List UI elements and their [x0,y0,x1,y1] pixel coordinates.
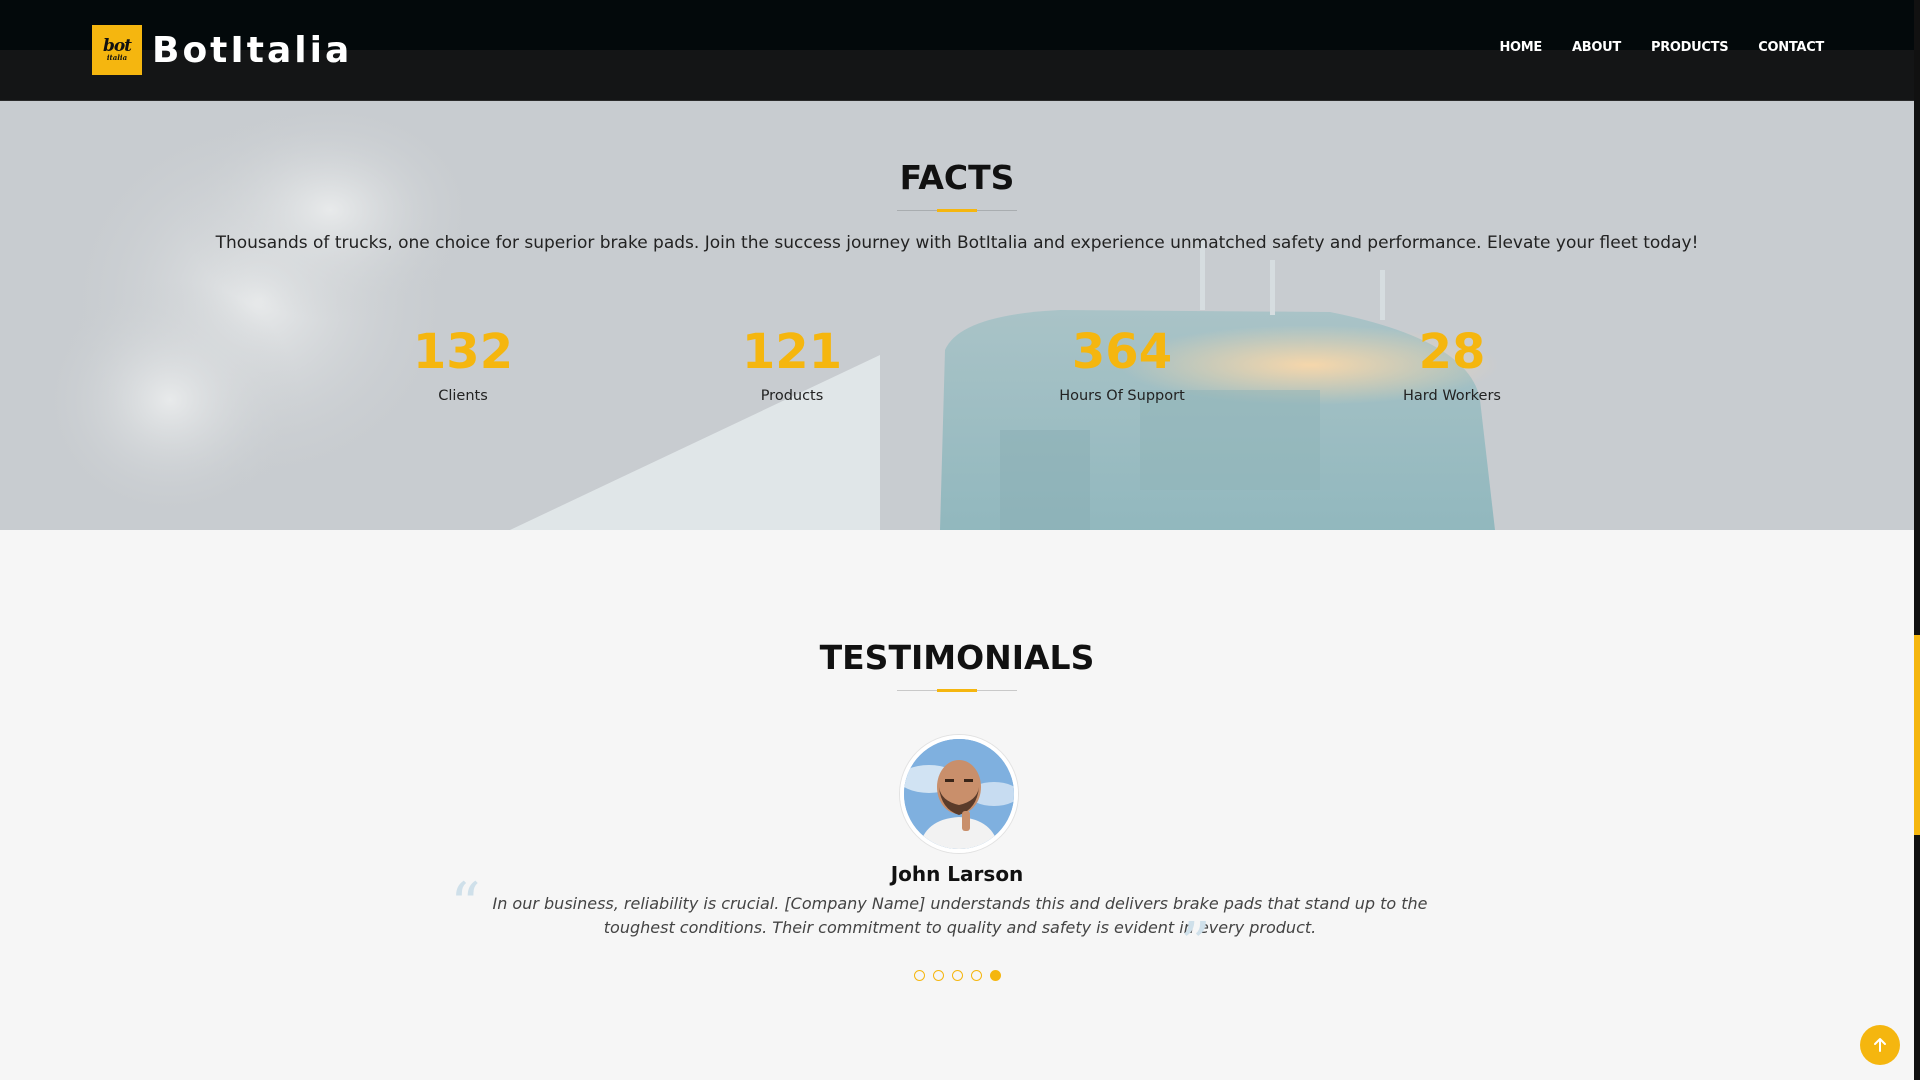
back-to-top-button[interactable] [1860,1025,1900,1065]
counter-hard-workers: 28 Hard Workers [1332,322,1572,404]
logo-badge-top-text: bot [102,35,132,56]
testimonial-quote: In our business, reliability is crucial.… [492,894,1428,937]
counter-label: Products [760,388,824,404]
testimonials-section: TESTIMONIALS John Larson “ In our busine… [0,530,1914,1080]
pagination-dot-3[interactable] [951,970,963,981]
counter-value: 121 [741,324,843,380]
counter-clients: 132 Clients [343,322,583,404]
counter-label: Hard Workers [1403,388,1501,404]
page-scrollbar[interactable] [1914,0,1920,1080]
testimonial-author-name: John Larson [890,862,1024,886]
counter-value: 132 [412,324,514,380]
testimonials-title-divider [897,690,1017,691]
brand-logo[interactable]: bot italia BotItalia [92,25,352,75]
counter-hours-support: 364 Hours Of Support [1002,322,1242,404]
facts-section: FACTS Thousands of trucks, one choice fo… [0,100,1914,530]
counter-value: 28 [1418,324,1486,380]
counter-label: Clients [438,388,488,404]
facts-title: FACTS [899,158,1015,197]
open-quote-icon: “ [450,870,481,940]
logo-badge: bot italia [92,25,142,75]
arrow-up-icon [1874,1038,1886,1052]
nav-home-link[interactable]: HOME [1499,40,1542,55]
testimonial-pagination [0,970,1914,981]
logo-badge-bottom-text: italia [106,52,128,62]
main-nav: HOME ABOUT PRODUCTS CONTACT [1499,40,1824,55]
nav-contact-link[interactable]: CONTACT [1758,40,1824,55]
facts-description: Thousands of trucks, one choice for supe… [215,233,1699,253]
site-header: bot italia BotItalia HOME ABOUT PRODUCTS… [0,0,1914,101]
pagination-dot-1[interactable] [913,970,925,981]
avatar [900,735,1018,853]
brand-name: BotItalia [152,29,353,71]
facts-content: FACTS Thousands of trucks, one choice fo… [0,100,1914,530]
pagination-dot-2[interactable] [932,970,944,981]
scrollbar-thumb[interactable] [1914,635,1920,835]
counter-products: 121 Products [672,322,912,404]
counter-label: Hours Of Support [1059,388,1185,404]
facts-title-divider [897,210,1017,211]
pagination-dot-5[interactable] [989,970,1001,981]
testimonial-person-photo [904,739,1014,849]
testimonials-title: TESTIMONIALS [819,638,1095,677]
nav-about-link[interactable]: ABOUT [1572,40,1621,55]
pagination-dot-4[interactable] [970,970,982,981]
close-quote-icon: ” [1180,910,1211,980]
nav-products-link[interactable]: PRODUCTS [1651,40,1729,55]
counter-value: 364 [1071,324,1173,380]
